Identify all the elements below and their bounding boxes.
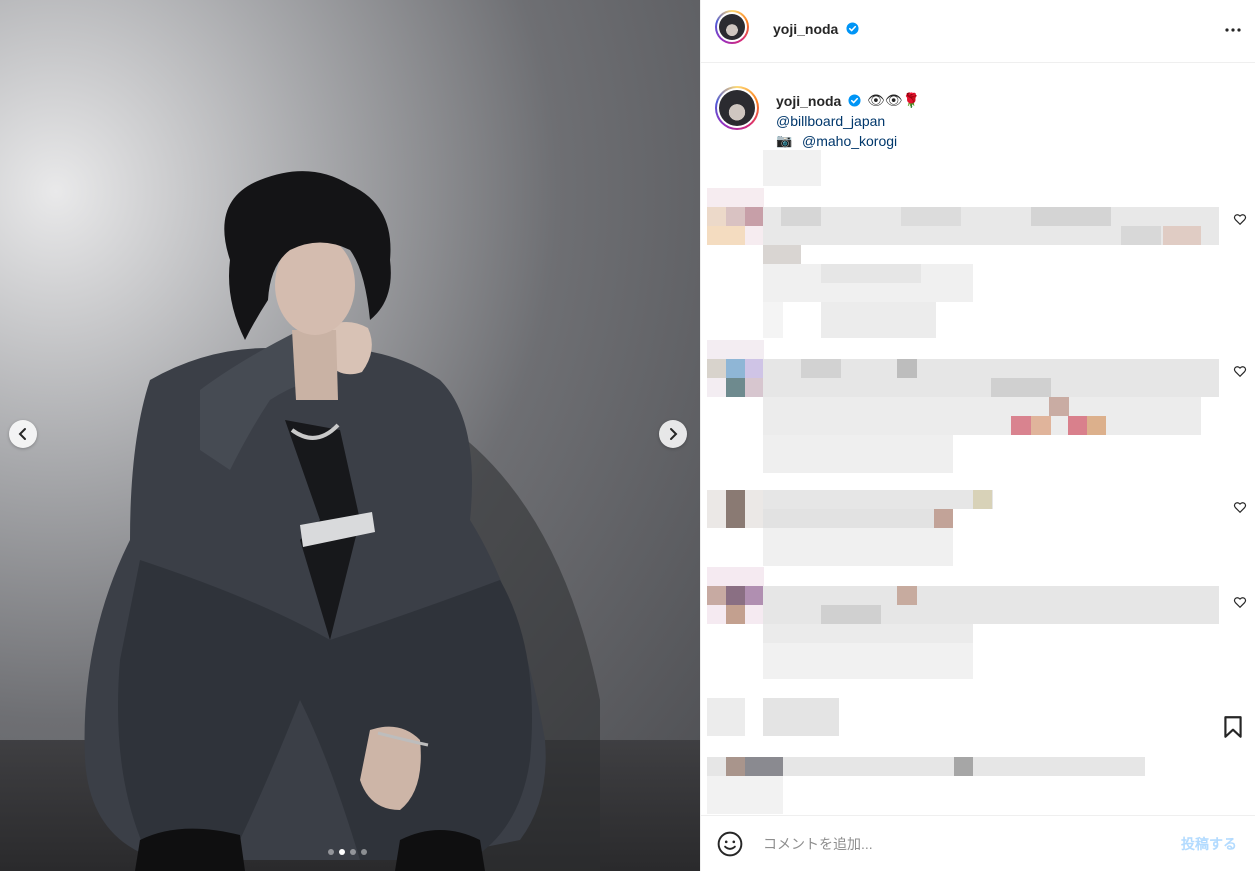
chevron-left-icon (18, 428, 26, 440)
more-options-icon[interactable] (1223, 20, 1243, 40)
like-comment-heart-icon[interactable] (1233, 595, 1247, 609)
post-photo (84, 171, 600, 871)
header-username[interactable]: yoji_noda (773, 21, 838, 37)
avatar-image (719, 14, 745, 40)
caption-avatar[interactable] (715, 86, 759, 130)
like-comment-heart-icon[interactable] (1233, 212, 1247, 226)
mention-link-billboard[interactable]: @billboard_japan (776, 113, 885, 129)
avatar[interactable] (715, 10, 749, 44)
carousel-dot (328, 849, 334, 855)
post-media[interactable] (0, 0, 700, 871)
carousel-indicator (328, 849, 367, 855)
caption-username[interactable]: yoji_noda (776, 93, 841, 109)
post-side-panel: yoji_noda yoji_noda 👁👁🌹 @billboard_japan… (700, 0, 1255, 871)
instagram-post-view: yoji_noda yoji_noda 👁👁🌹 @billboard_japan… (0, 0, 1255, 871)
like-comment-heart-icon[interactable] (1233, 364, 1247, 378)
post-comment-button[interactable]: 投稿する (1181, 834, 1237, 854)
verified-badge-icon (846, 22, 859, 35)
carousel-dot (361, 849, 367, 855)
save-bookmark-icon[interactable] (1220, 714, 1246, 740)
like-comment-heart-icon[interactable] (1233, 500, 1247, 514)
pixelated-comments (707, 150, 1219, 814)
chevron-right-icon (670, 428, 678, 440)
camera-icon: 📷 (776, 133, 793, 148)
add-comment-bar: 投稿する (701, 815, 1255, 871)
carousel-dot (350, 849, 356, 855)
comment-input[interactable] (763, 833, 1163, 855)
verified-badge-icon (848, 94, 861, 107)
mention-link-photographer[interactable]: @maho_korogi (802, 133, 897, 149)
carousel-prev-button[interactable] (9, 420, 37, 448)
carousel-dot-active (339, 849, 345, 855)
emoji-picker-icon[interactable] (717, 831, 743, 857)
carousel-next-button[interactable] (659, 420, 687, 448)
caption-emojis: 👁👁🌹 (867, 92, 920, 108)
avatar-image (719, 90, 755, 126)
post-header: yoji_noda (701, 0, 1255, 63)
